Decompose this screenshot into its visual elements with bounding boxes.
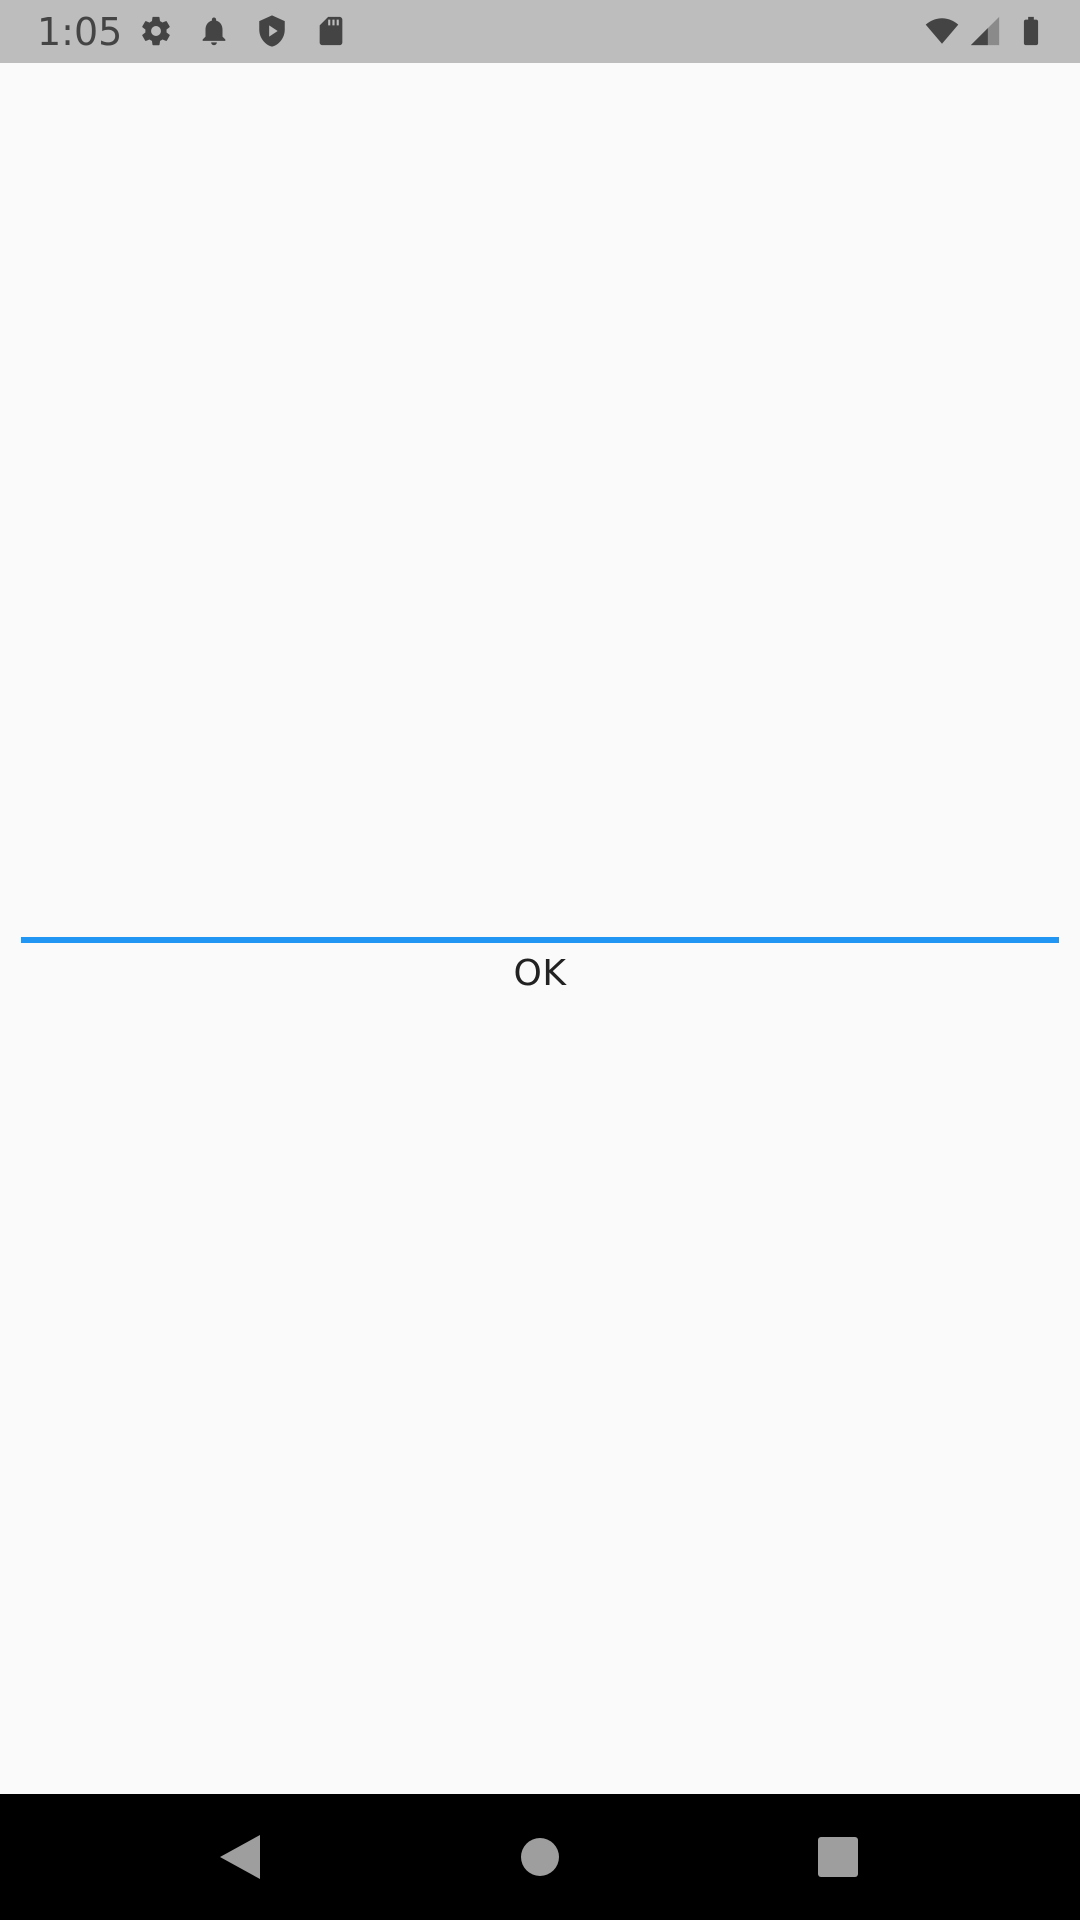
status-time: 1:05 — [37, 10, 123, 54]
battery-icon — [1014, 14, 1048, 48]
gear-icon — [139, 14, 173, 48]
wifi-icon — [922, 14, 962, 48]
ok-button-label: OK — [513, 952, 567, 994]
shield-play-icon — [255, 14, 289, 48]
bell-icon — [197, 14, 231, 48]
home-icon[interactable] — [510, 1827, 570, 1887]
main-content: OK — [0, 63, 1080, 1794]
navigation-bar — [0, 1794, 1080, 1920]
recents-icon[interactable] — [808, 1827, 868, 1887]
ok-button[interactable]: OK — [470, 938, 610, 1008]
signal-icon — [968, 14, 1002, 48]
status-bar: 1:05 — [0, 0, 1080, 63]
back-icon[interactable] — [210, 1827, 270, 1887]
app-screen: 1:05 OK — [0, 0, 1080, 1920]
sd-card-icon — [314, 14, 348, 48]
